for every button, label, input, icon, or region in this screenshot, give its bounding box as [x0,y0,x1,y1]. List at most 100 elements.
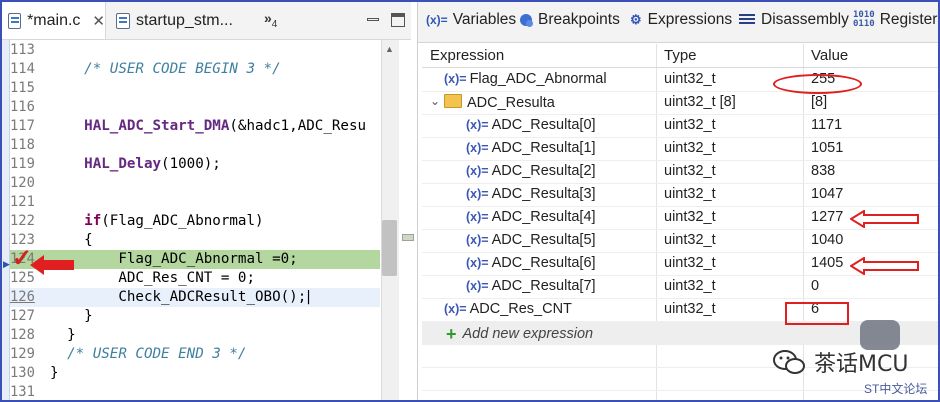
code-line[interactable]: 118 [10,136,380,155]
debug-view-tab-bar: (x)= Variables Breakpoints ⚙ Expressions… [418,2,940,43]
tab-startup-file[interactable]: startup_stm... [110,2,250,39]
tab-variables[interactable]: (x)= Variables [426,11,516,29]
tab-expressions[interactable]: ⚙ Expressions [630,11,732,29]
expand-chevron-icon[interactable]: ⌄ [430,94,440,108]
code-line[interactable]: 121 [10,193,380,212]
value-cell[interactable]: 1405 [811,255,843,271]
annotation-arrow-left-icon [850,257,919,275]
code-line[interactable]: 114 /* USER CODE BEGIN 3 */ [10,60,380,79]
table-row[interactable]: (x)= ADC_Resulta[5] uint32_t 1040 [422,229,938,253]
code-token: } [50,327,76,343]
code-text: } [50,326,76,345]
line-number: 131 [10,384,35,400]
code-token: HAL_ADC_Start_DMA [84,118,230,134]
expression-cell: (x)= ADC_Resulta[7] [466,278,596,294]
expression-name: ADC_Resulta[0] [491,117,596,133]
code-line[interactable]: 119 HAL_Delay(1000); [10,155,380,174]
value-cell[interactable]: 838 [811,163,835,179]
tab-registers[interactable]: 1010 0110 Registers [853,11,940,29]
s-file-icon [116,12,130,29]
code-line[interactable]: 131 [10,383,380,400]
line-number: 119 [10,156,35,172]
text-caret: | [304,289,313,305]
expression-name: ADC_Resulta[4] [491,209,596,225]
tab-disassembly[interactable]: Disassembly [739,11,849,29]
code-token: HAL_Delay [84,156,162,172]
table-row[interactable]: (x)= ADC_Resulta[1] uint32_t 1051 [422,137,938,161]
ruler-gutter [2,40,10,400]
code-line[interactable]: 117 HAL_ADC_Start_DMA(&hadc1,ADC_Resu [10,117,380,136]
code-line[interactable]: 126 Check_ADCResult_OBO();| [10,288,380,307]
tab-breakpoints[interactable]: Breakpoints [520,11,620,29]
type-cell: uint32_t [664,140,716,156]
code-text: /* USER CODE BEGIN 3 */ [50,60,280,79]
expression-cell: (x)= ADC_Resulta[3] [466,186,596,202]
code-text: Flag_ADC_Abnormal =0; [50,250,298,269]
code-text: HAL_ADC_Start_DMA(&hadc1,ADC_Resu [50,117,366,136]
column-header-expression[interactable]: Expression [430,47,504,64]
code-token: ADC_Res_CNT = 0; [50,270,255,286]
code-line[interactable]: 123 { [10,231,380,250]
line-number: 122 [10,213,35,229]
value-cell[interactable]: [8] [811,94,827,110]
view-sash-icon[interactable] [402,234,414,241]
column-header-value[interactable]: Value [811,47,848,64]
close-tab-icon[interactable]: ✕ [92,12,105,30]
table-row[interactable]: (x)= ADC_Resulta[7] uint32_t 0 [422,275,938,299]
table-row[interactable]: (x)= ADC_Resulta[3] uint32_t 1047 [422,183,938,207]
annotation-ellipse [773,74,862,94]
tab-registers-label: Registers [879,11,940,28]
value-cell[interactable]: 1171 [811,117,842,133]
code-line[interactable]: 129 /* USER CODE END 3 */ [10,345,380,364]
code-line[interactable]: 122 if(Flag_ADC_Abnormal) [10,212,380,231]
table-row[interactable]: (x)= ADC_Resulta[2] uint32_t 838 [422,160,938,184]
code-line[interactable]: 128 } [10,326,380,345]
code-line[interactable]: 113 [10,41,380,60]
maximize-icon[interactable] [391,13,405,27]
watermark: 茶话MCU [772,346,908,378]
overflow-chevron-icon: » [264,10,272,26]
line-number: 114 [10,61,35,77]
variable-icon: (x)= [466,187,489,201]
table-header: Expression Type Value [422,44,938,68]
table-row[interactable]: (x)= Flag_ADC_Abnormal uint32_t 255 [422,68,938,92]
value-cell[interactable]: 1277 [811,209,843,225]
expression-cell: ADC_Resulta [444,94,555,111]
scroll-up-icon[interactable]: ▲ [385,44,394,54]
value-cell[interactable]: 1047 [811,186,843,202]
watermark-title: 茶话MCU [814,352,909,377]
code-token: (1000); [161,156,221,172]
code-text: HAL_Delay(1000); [50,155,221,174]
annotation-rectangle [785,302,849,325]
type-cell: uint32_t [664,71,716,87]
value-cell[interactable]: 0 [811,278,819,294]
column-header-type[interactable]: Type [664,47,697,64]
type-cell: uint32_t [664,301,716,317]
expression-name: ADC_Resulta[6] [491,255,596,271]
expressions-icon: ⚙ [630,12,642,27]
table-row[interactable]: (x)= ADC_Resulta[0] uint32_t 1171 [422,114,938,138]
minimize-icon[interactable] [366,13,380,27]
variable-icon: (x)= [466,141,489,155]
value-cell[interactable]: 1051 [811,140,843,156]
code-line[interactable]: 120 [10,174,380,193]
editor-scroll-thumb[interactable] [382,220,397,276]
code-token: Flag_ADC_Abnormal =0; [50,251,298,267]
code-line[interactable]: 115 [10,79,380,98]
add-new-expression-label: Add new expression [462,326,594,342]
code-line[interactable]: 130} [10,364,380,383]
tab-main-c[interactable]: *main.c ✕ [2,2,106,39]
table-row[interactable]: (x)= ADC_Res_CNT uint32_t 6 [422,298,938,322]
code-line[interactable]: 127 } [10,307,380,326]
code-token: Check_ADCResult_OBO(); [50,289,307,305]
code-line[interactable]: 116 [10,98,380,117]
table-row[interactable]: ⌄ ADC_Resulta uint32_t [8] [8] [422,91,938,115]
code-token: (Flag_ADC_Abnormal) [101,213,264,229]
value-cell[interactable]: 1040 [811,232,843,248]
variable-icon: (x)= [444,72,467,86]
code-text: /* USER CODE END 3 */ [50,345,246,364]
tab-overflow-button[interactable]: »4 [264,10,277,30]
